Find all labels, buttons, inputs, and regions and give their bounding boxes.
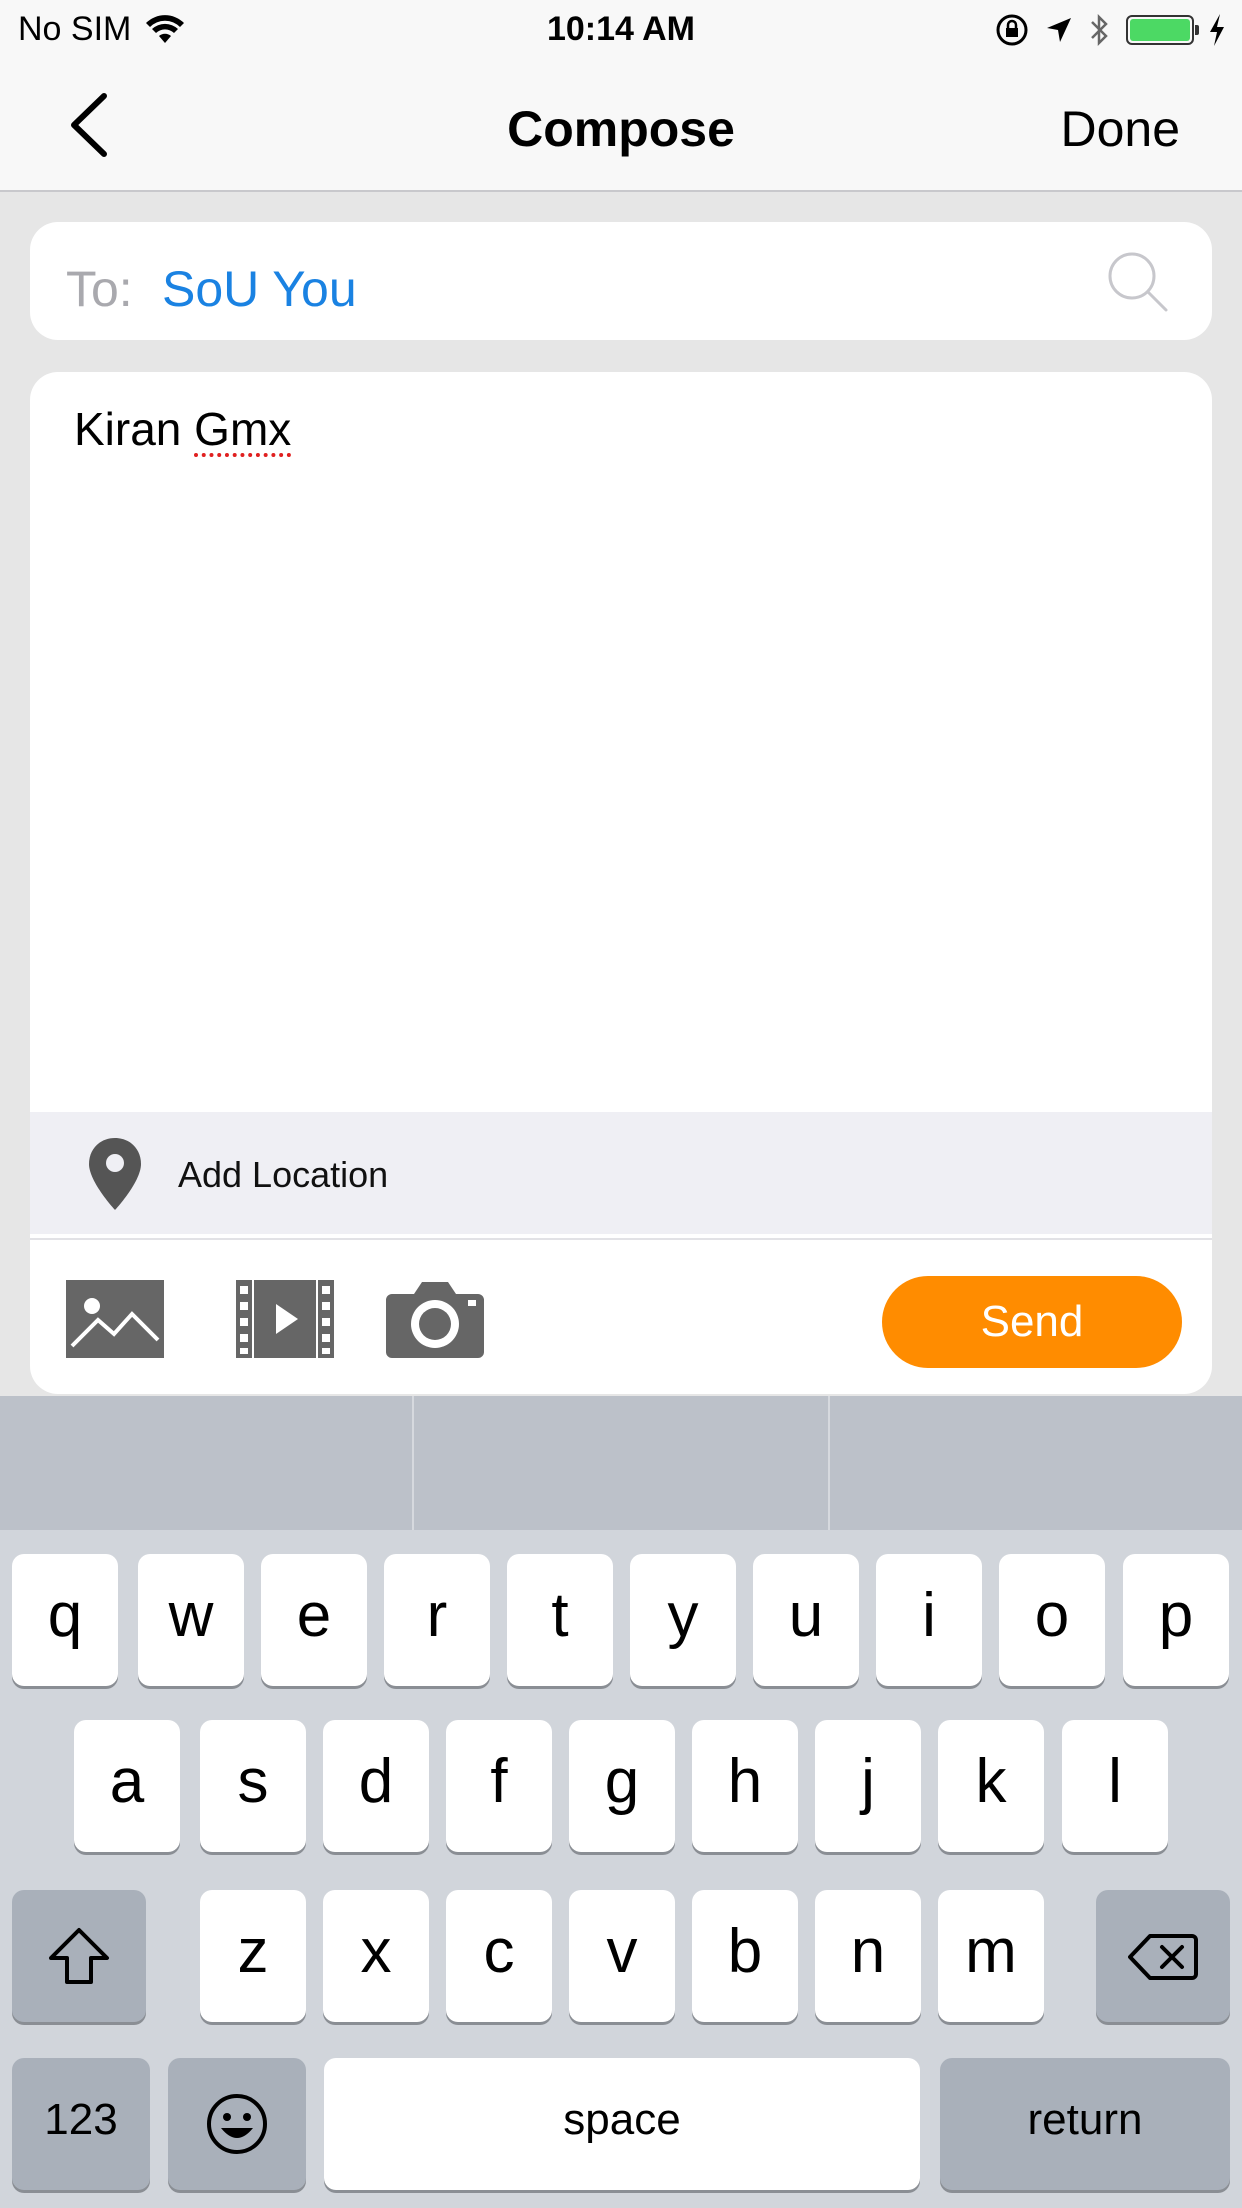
numbers-key[interactable]: 123 <box>12 2058 150 2190</box>
shift-icon <box>49 1928 109 1984</box>
orientation-lock-icon <box>996 14 1028 46</box>
key-z[interactable]: z <box>200 1890 306 2022</box>
message-body-input[interactable]: Kiran Gmx <box>74 402 291 456</box>
add-location-label: Add Location <box>178 1154 389 1195</box>
key-s[interactable]: s <box>200 1720 306 1852</box>
key-c[interactable]: c <box>446 1890 552 2022</box>
keyboard: q w e r t y u i o p a s d f g h j k l z … <box>0 1396 1242 2208</box>
key-m[interactable]: m <box>938 1890 1044 2022</box>
key-a[interactable]: a <box>74 1720 180 1852</box>
key-i[interactable]: i <box>876 1554 982 1686</box>
misspelled-word: Gmx <box>194 403 292 455</box>
key-u[interactable]: u <box>753 1554 859 1686</box>
bluetooth-icon <box>1091 13 1108 47</box>
recipient-field[interactable]: To: SoU You <box>30 222 1212 340</box>
space-key[interactable]: space <box>324 2058 920 2190</box>
battery-icon <box>1126 15 1199 45</box>
backspace-icon <box>1128 1934 1198 1980</box>
key-h[interactable]: h <box>692 1720 798 1852</box>
photo-icon[interactable] <box>66 1280 164 1358</box>
key-o[interactable]: o <box>999 1554 1105 1686</box>
key-l[interactable]: l <box>1062 1720 1168 1852</box>
key-g[interactable]: g <box>569 1720 675 1852</box>
key-y[interactable]: y <box>630 1554 736 1686</box>
shift-key[interactable] <box>12 1890 146 2022</box>
key-d[interactable]: d <box>323 1720 429 1852</box>
key-f[interactable]: f <box>446 1720 552 1852</box>
location-arrow-icon <box>1047 18 1071 42</box>
key-w[interactable]: w <box>138 1554 244 1686</box>
map-pin-icon <box>89 1138 141 1210</box>
page-title: Compose <box>507 101 735 157</box>
key-x[interactable]: x <box>323 1890 429 2022</box>
compose-card: Kiran Gmx Add Location Send <box>30 372 1212 1394</box>
add-location-button[interactable]: Add Location <box>30 1112 1212 1234</box>
battery-fill <box>1130 19 1190 41</box>
key-p[interactable]: p <box>1123 1554 1229 1686</box>
video-icon[interactable] <box>236 1280 334 1358</box>
prediction-slot[interactable] <box>0 1396 414 1530</box>
emoji-icon <box>207 2094 267 2154</box>
prediction-slot[interactable] <box>830 1396 1242 1530</box>
to-label: To: <box>66 261 133 317</box>
search-icon[interactable] <box>1104 248 1170 314</box>
charging-bolt-icon <box>1210 14 1224 46</box>
key-t[interactable]: t <box>507 1554 613 1686</box>
send-button[interactable]: Send <box>882 1276 1182 1368</box>
return-key[interactable]: return <box>940 2058 1230 2190</box>
predictive-bar <box>0 1396 1242 1530</box>
key-k[interactable]: k <box>938 1720 1044 1852</box>
key-b[interactable]: b <box>692 1890 798 2022</box>
key-j[interactable]: j <box>815 1720 921 1852</box>
status-right <box>994 12 1226 48</box>
done-button[interactable]: Done <box>1060 100 1180 158</box>
emoji-key[interactable] <box>168 2058 306 2190</box>
camera-icon[interactable] <box>386 1280 484 1358</box>
toolbar-divider <box>30 1238 1212 1240</box>
prediction-slot[interactable] <box>414 1396 828 1530</box>
delete-key[interactable] <box>1096 1890 1230 2022</box>
status-bar: No SIM 10:14 AM <box>0 0 1242 62</box>
key-r[interactable]: r <box>384 1554 490 1686</box>
message-text: Kiran <box>74 403 195 455</box>
key-e[interactable]: e <box>261 1554 367 1686</box>
nav-bar: Compose Done <box>0 62 1242 192</box>
key-v[interactable]: v <box>569 1890 675 2022</box>
key-q[interactable]: q <box>12 1554 118 1686</box>
key-n[interactable]: n <box>815 1890 921 2022</box>
recipient-name[interactable]: SoU You <box>162 260 357 318</box>
